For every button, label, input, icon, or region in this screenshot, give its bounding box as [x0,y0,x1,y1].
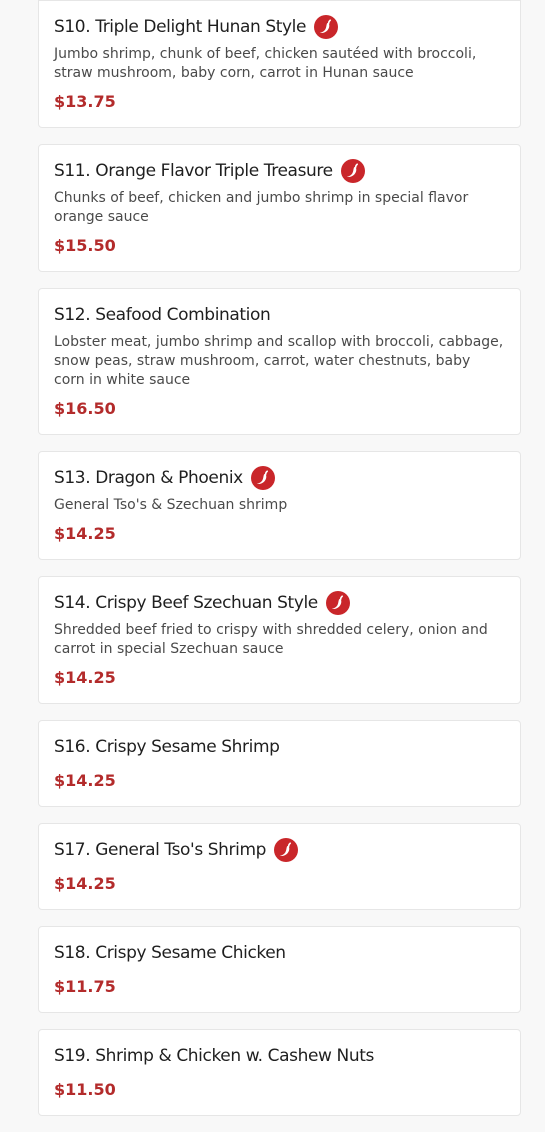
menu-item-description: Shredded beef fried to crispy with shred… [54,622,488,657]
menu-item-title-row: S14. Crispy Beef Szechuan Style [54,589,505,617]
spicy-pepper-icon [314,15,339,39]
menu-item-title-row: S13. Dragon & Phoenix [54,464,505,492]
menu-item-title-row: S18. Crispy Sesame Chicken [54,939,505,967]
menu-item-title: S16. Crispy Sesame Shrimp [54,737,280,757]
menu-item-title-row: S17. General Tso's Shrimp [54,836,505,864]
menu-item-price: $14.25 [54,668,116,687]
menu-item-title-row: S11. Orange Flavor Triple Treasure [54,157,505,185]
menu-item-price: $14.25 [54,771,116,790]
menu-item-title: S12. Seafood Combination [54,305,271,325]
spicy-pepper-icon [250,466,275,490]
menu-item-card[interactable]: S14. Crispy Beef Szechuan Style Shredded… [38,576,521,704]
menu-item-title-row: S10. Triple Delight Hunan Style [54,13,505,41]
menu-item-description: Jumbo shrimp, chunk of beef, chicken sau… [54,46,477,81]
menu-item-price: $14.25 [54,874,116,893]
menu-item-price: $11.50 [54,1080,116,1099]
menu-item-card[interactable]: S10. Triple Delight Hunan Style Jumbo sh… [38,0,521,128]
spicy-pepper-icon [340,159,365,183]
spicy-pepper-icon [274,838,299,862]
menu-item-title: S13. Dragon & Phoenix [54,468,243,488]
menu-item-description: Chunks of beef, chicken and jumbo shrimp… [54,190,469,225]
menu-item-card[interactable]: S18. Crispy Sesame Chicken $11.75 [38,926,521,1013]
menu-item-title: S19. Shrimp & Chicken w. Cashew Nuts [54,1046,374,1066]
menu-item-card[interactable]: S17. General Tso's Shrimp $14.25 [38,823,521,910]
menu-item-title-row: S16. Crispy Sesame Shrimp [54,733,505,761]
menu-item-price: $16.50 [54,399,116,418]
menu-item-list: S10. Triple Delight Hunan Style Jumbo sh… [38,0,521,1132]
menu-item-description: Lobster meat, jumbo shrimp and scallop w… [54,334,504,388]
menu-item-card[interactable]: S13. Dragon & Phoenix General Tso's & Sz… [38,451,521,560]
spicy-pepper-icon [325,591,350,615]
menu-item-card[interactable]: S16. Crispy Sesame Shrimp $14.25 [38,720,521,807]
menu-item-title: S10. Triple Delight Hunan Style [54,17,307,37]
menu-item-title-row: S12. Seafood Combination [54,301,505,329]
menu-item-price: $15.50 [54,236,116,255]
menu-item-title: S11. Orange Flavor Triple Treasure [54,161,333,181]
menu-item-card[interactable]: S11. Orange Flavor Triple Treasure Chunk… [38,144,521,272]
menu-item-title: S17. General Tso's Shrimp [54,840,267,860]
menu-item-card[interactable]: S12. Seafood Combination Lobster meat, j… [38,288,521,435]
menu-item-title-row: S19. Shrimp & Chicken w. Cashew Nuts [54,1042,505,1070]
menu-item-price: $13.75 [54,92,116,111]
menu-item-description: General Tso's & Szechuan shrimp [54,497,288,513]
menu-item-price: $11.75 [54,977,116,996]
menu-item-title: S14. Crispy Beef Szechuan Style [54,593,318,613]
menu-item-card[interactable]: S19. Shrimp & Chicken w. Cashew Nuts $11… [38,1029,521,1116]
menu-item-price: $14.25 [54,524,116,543]
menu-item-title: S18. Crispy Sesame Chicken [54,943,286,963]
